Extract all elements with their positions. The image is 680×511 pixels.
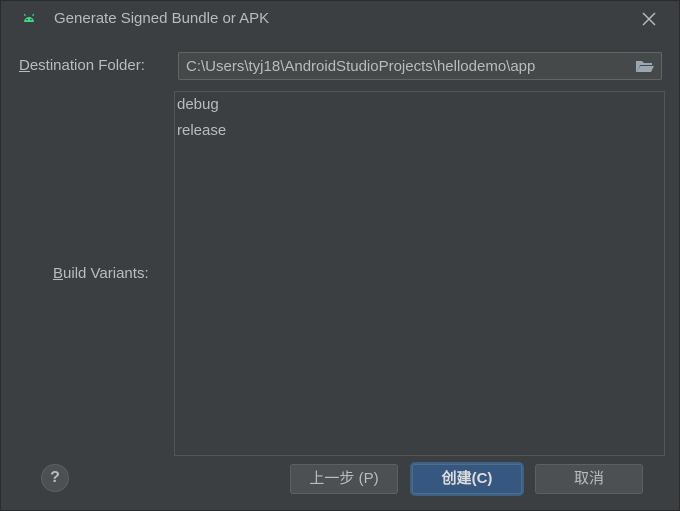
create-button[interactable]: 创建(C) bbox=[412, 464, 522, 494]
dialog-title: Generate Signed Bundle or APK bbox=[54, 10, 270, 27]
build-variants-label: Build Variants: bbox=[53, 265, 149, 282]
destination-path-text[interactable]: C:\Users\tyj18\AndroidStudioProjects\hel… bbox=[186, 58, 535, 75]
close-icon[interactable] bbox=[641, 11, 657, 27]
folder-open-icon[interactable] bbox=[635, 58, 655, 74]
cancel-button[interactable]: 取消 bbox=[535, 464, 643, 494]
variants-label-mnemonic: B bbox=[53, 265, 64, 282]
destination-label-mnemonic: D bbox=[19, 57, 30, 74]
help-button[interactable]: ? bbox=[41, 464, 69, 492]
list-item-debug[interactable]: debug bbox=[177, 93, 219, 117]
variants-label-text: uild Variants: bbox=[63, 265, 149, 282]
destination-folder-label: Destination Folder: bbox=[19, 57, 145, 74]
destination-folder-field[interactable]: C:\Users\tyj18\AndroidStudioProjects\hel… bbox=[178, 52, 662, 80]
generate-signed-bundle-dialog: Generate Signed Bundle or APK Destinatio… bbox=[0, 0, 680, 511]
title-bar: Generate Signed Bundle or APK bbox=[1, 1, 679, 37]
list-item-release[interactable]: release bbox=[177, 119, 226, 143]
android-icon bbox=[23, 13, 35, 22]
previous-button[interactable]: 上一步 (P) bbox=[290, 464, 398, 494]
build-variants-list[interactable]: debug release bbox=[174, 91, 665, 456]
destination-label-text: estination Folder: bbox=[29, 57, 145, 74]
